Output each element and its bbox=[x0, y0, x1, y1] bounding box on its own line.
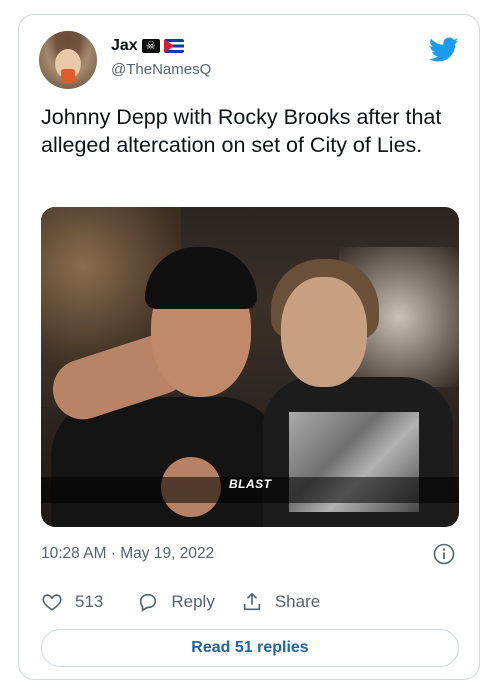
image-watermark: BLAST bbox=[229, 477, 272, 491]
author-display-name[interactable]: Jax bbox=[111, 37, 138, 55]
author-handle[interactable]: @TheNamesQ bbox=[111, 61, 211, 78]
author-name-row[interactable]: Jax ☠ bbox=[111, 37, 184, 55]
tweet-timestamp[interactable]: 10:28 AM · May 19, 2022 bbox=[41, 545, 214, 563]
tweet-actions: 513 Reply Share bbox=[41, 591, 320, 613]
pirate-flag-icon: ☠ bbox=[141, 39, 160, 53]
heart-icon bbox=[42, 594, 62, 611]
read-replies-button[interactable]: Read 51 replies bbox=[41, 629, 459, 667]
reply-icon bbox=[140, 593, 157, 612]
share-button[interactable]: Share bbox=[241, 591, 320, 613]
tweet-text: Johnny Depp with Rocky Brooks after that… bbox=[41, 105, 442, 157]
twitter-bird-icon[interactable] bbox=[429, 37, 459, 63]
cuba-flag-icon bbox=[163, 39, 184, 53]
tweet-card: Jax ☠ @TheNamesQ Johnny Depp with Rocky … bbox=[18, 14, 480, 680]
share-icon bbox=[243, 592, 261, 611]
like-button[interactable]: 513 bbox=[41, 591, 103, 613]
avatar[interactable] bbox=[39, 31, 97, 89]
info-icon[interactable] bbox=[433, 543, 455, 565]
reply-button[interactable]: Reply bbox=[137, 591, 215, 613]
like-count: 513 bbox=[75, 592, 104, 611]
share-label: Share bbox=[274, 592, 321, 611]
reply-label: Reply bbox=[171, 592, 215, 611]
tweet-photo[interactable]: BLAST bbox=[41, 207, 459, 527]
